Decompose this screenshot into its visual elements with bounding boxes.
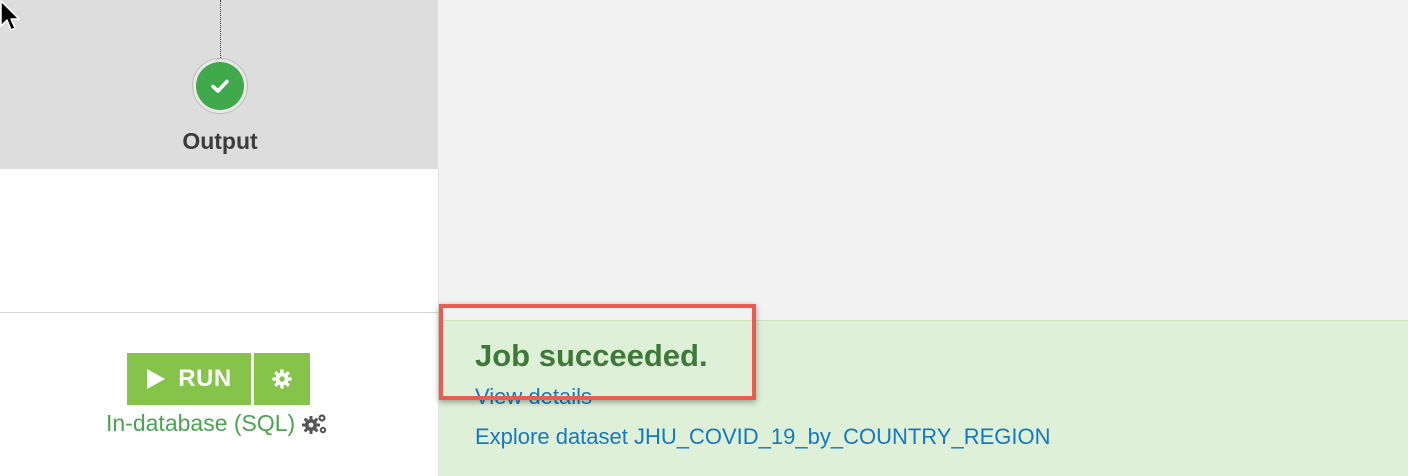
execution-engine-selector[interactable]: In-database (SQL) [106,410,329,437]
view-details-link[interactable]: View details [475,384,592,410]
gear-icon [272,369,292,389]
output-node[interactable] [192,58,248,114]
check-circle-icon [196,62,244,110]
run-button[interactable]: RUN [127,353,251,405]
play-icon [147,369,166,389]
app-root: Output RUN In-database (SQL) Job succeed… [0,0,1408,476]
output-node-label: Output [182,128,258,154]
flow-canvas: Output [0,0,438,169]
job-status-title: Job succeeded. [475,338,708,373]
left-panel-spacer [0,169,439,312]
run-button-group: RUN [127,353,310,405]
check-icon [211,79,229,93]
explore-dataset-link[interactable]: Explore dataset JHU_COVID_19_by_COUNTRY_… [475,424,1050,450]
gears-icon [302,413,327,434]
run-settings-button[interactable] [254,353,310,405]
execution-engine-label: In-database (SQL) [106,410,296,436]
flow-connector-line [220,0,221,58]
mouse-cursor-icon [0,0,20,31]
run-button-label: RUN [178,365,232,392]
